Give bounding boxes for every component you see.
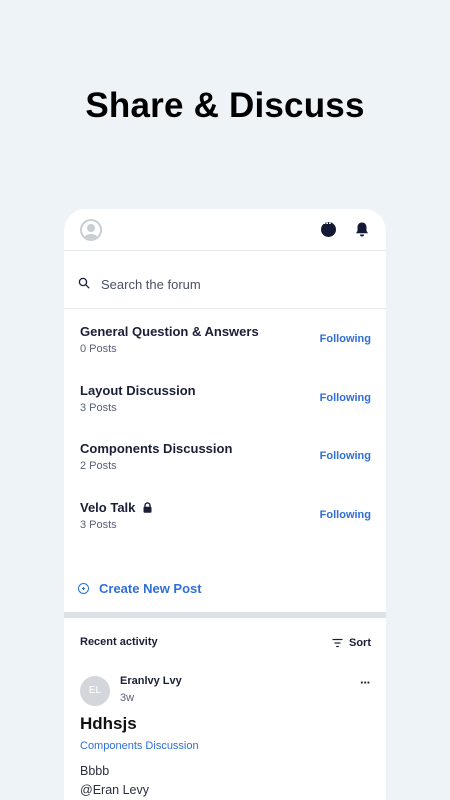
category-title: Layout Discussion xyxy=(80,382,196,398)
lock-icon xyxy=(143,501,152,513)
category-item[interactable]: Velo Talk 3 Posts Following xyxy=(64,487,386,546)
section-divider xyxy=(64,612,386,618)
search-icon xyxy=(78,277,90,289)
following-button[interactable]: Following xyxy=(320,450,371,462)
category-title: Velo Talk xyxy=(80,500,152,515)
post-time: 3w xyxy=(120,692,135,704)
category-title: Components Discussion xyxy=(80,441,233,456)
category-item[interactable]: General Question & Answers 0 Posts Follo… xyxy=(64,311,386,370)
headline: Share & Discuss xyxy=(85,86,365,125)
search-input[interactable] xyxy=(101,277,361,292)
author-avatar[interactable]: EL xyxy=(80,676,110,706)
bell-icon[interactable] xyxy=(354,221,370,238)
post-category-link[interactable]: Components Discussion xyxy=(80,740,199,752)
more-options-icon[interactable]: ··· xyxy=(360,675,371,690)
post-body: Bbbb @Eran Levy xyxy=(80,762,149,800)
chat-icon[interactable] xyxy=(321,218,336,237)
category-item[interactable]: Components Discussion 2 Posts Following xyxy=(64,428,386,487)
category-post-count: 3 Posts xyxy=(80,518,117,531)
avatar-placeholder-icon[interactable] xyxy=(80,219,102,241)
category-post-count: 0 Posts xyxy=(80,343,117,355)
search-bar[interactable] xyxy=(64,251,386,309)
category-title: General Question & Answers xyxy=(80,324,259,339)
sort-icon xyxy=(332,638,343,648)
sort-button[interactable]: Sort xyxy=(332,637,371,649)
category-list: General Question & Answers 0 Posts Follo… xyxy=(64,311,386,545)
plus-circle-icon xyxy=(78,583,89,594)
following-button[interactable]: Following xyxy=(320,392,371,404)
author-name[interactable]: Eranlvy Lvy xyxy=(120,675,182,687)
sort-label: Sort xyxy=(349,637,371,649)
post-body-line: @Eran Levy xyxy=(80,783,149,797)
create-post-label: Create New Post xyxy=(99,581,202,596)
following-button[interactable]: Following xyxy=(320,509,371,521)
post-title[interactable]: Hdhsjs xyxy=(80,714,137,734)
category-item[interactable]: Layout Discussion 3 Posts Following xyxy=(64,370,386,429)
post-body-line: Bbbb xyxy=(80,764,110,778)
top-bar xyxy=(64,209,386,251)
category-post-count: 2 Posts xyxy=(80,460,117,472)
category-post-count: 3 Posts xyxy=(80,401,117,414)
forum-screen: General Question & Answers 0 Posts Follo… xyxy=(64,209,386,800)
recent-activity-heading: Recent activity xyxy=(80,636,158,648)
following-button[interactable]: Following xyxy=(320,333,371,345)
create-new-post-button[interactable]: Create New Post xyxy=(78,581,202,596)
